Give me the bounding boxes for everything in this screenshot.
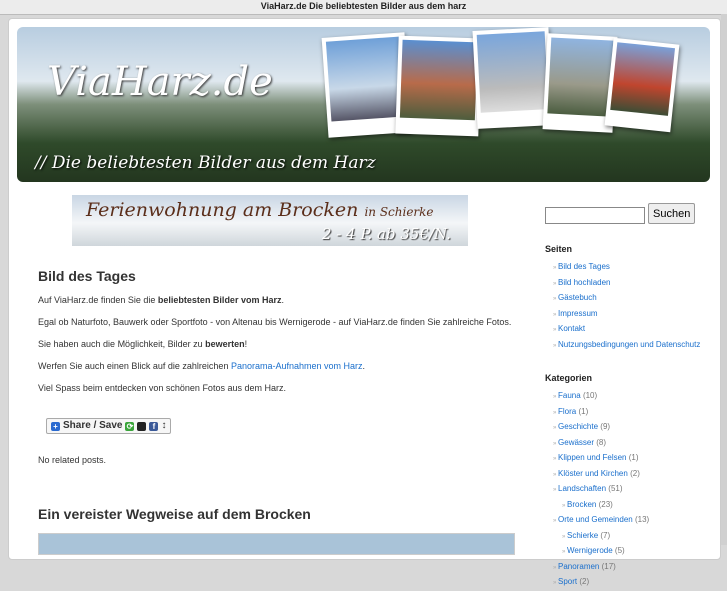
text: . [362,361,366,371]
panorama-link[interactable]: Panorama-Aufnahmen vom Harz [231,361,363,371]
sidebar-category-item: Landschaften (51) [553,482,715,498]
ad-line2: 2 - 4 P. ab 35€/N. [322,225,451,243]
related-posts: No related posts. [38,455,107,465]
sidebar-category-item: Klippen und Felsen (1) [553,451,715,467]
site-logo: ViaHarz.de [47,59,273,105]
sidebar-page-link[interactable]: Bild hochladen [558,278,610,287]
facebook-icon[interactable]: f [149,421,159,431]
post-paragraph-4: Werfen Sie auch einen Blick auf die zahl… [38,360,518,372]
sidebar-category-item: Brocken (23) [553,498,715,514]
category-link[interactable]: Flora [558,407,576,416]
expand-icon[interactable]: ↕ [161,420,166,432]
bold-text: beliebtesten Bilder vom Harz [157,295,282,305]
sidebar-category-item: Flora (1) [553,405,715,421]
category-count: (9) [600,422,611,431]
category-link[interactable]: Brocken [567,500,596,509]
category-link[interactable]: Orte und Gemeinden [558,515,633,524]
plus-icon: + [51,421,60,431]
sidebar-page-item: Gästebuch [553,291,715,307]
ad-line1: Ferienwohnung am Brocken [86,199,359,221]
category-count: (17) [601,561,616,571]
category-count: (23) [598,499,613,509]
sidebar-page-item: Kontakt [553,322,715,338]
category-link[interactable]: Klöster und Kirchen [558,469,628,478]
sidebar-category-item: Panoramen (17) [553,560,715,576]
sidebar: Suchen Seiten Bild des Tages Bild hochlad… [545,203,715,591]
photo-tower [472,27,554,129]
sidebar-category-item: Schierke (7) [553,529,715,545]
ad-line1b: in Schierke [364,205,434,219]
category-link[interactable]: Panoramen [558,562,599,571]
sidebar-category-item: Sport (2) [553,575,715,591]
category-link[interactable]: Schierke [567,531,598,540]
sidebar-category-item: Gewässer (8) [553,436,715,452]
pages-list: Bild des Tages Bild hochladen Gästebuch Imp… [545,260,715,353]
category-count: (10) [582,391,598,400]
share-save-button[interactable]: + Share / Save ⟳ f ↕ [46,418,172,434]
delicious-icon[interactable] [137,421,147,431]
categories-list: Fauna (10)Flora (1)Geschichte (9)Gewässe… [545,389,715,591]
sidebar-page-item: Bild hochladen [553,276,715,292]
sidebar-page-link[interactable]: Nutzungsbedingungen und Datenschutz [558,340,700,349]
search-button[interactable]: Suchen [648,203,696,224]
sidebar-page-link[interactable]: Kontakt [558,324,585,333]
category-count: (5) [614,546,625,555]
sidebar-page-link[interactable]: Bild des Tages [558,262,610,271]
ad-banner-ferienwohnung[interactable]: Ferienwohnung am Brocken in Schierke 2 -… [72,195,468,246]
post-title[interactable]: Bild des Tages [38,269,518,283]
pages-heading: Seiten [545,244,573,254]
window-title: ViaHarz.de Die beliebtesten Bilder aus d… [0,0,727,15]
sidebar-page-link[interactable]: Gästebuch [558,293,597,302]
text: . [281,295,284,305]
sidebar-page-item: Bild des Tages [553,260,715,276]
post-paragraph-5: Viel Spass beim entdecken von schönen Fo… [38,383,286,393]
share-label: Share / Save [63,420,123,431]
main-content: Bild des Tages Auf ViaHarz.de finden Sie… [38,269,518,476]
photo-cable-car [604,37,680,133]
categories-heading: Kategorien [545,373,593,383]
bold-text: bewerten [205,339,245,349]
category-link[interactable]: Gewässer [558,438,594,447]
text: ! [244,339,248,349]
text: Sie haben auch die Möglichkeit, Bilder z… [38,339,206,349]
sidebar-page-link[interactable]: Impressum [558,309,598,318]
sidebar-page-item: Impressum [553,307,715,323]
category-link[interactable]: Landschaften [558,484,606,493]
text: Werfen Sie auch einen Blick auf die zahl… [38,361,231,371]
post2-image[interactable] [38,533,515,555]
category-count: (1) [578,406,589,416]
site-tagline: // Die beliebtesten Bilder aus dem Harz [35,153,376,173]
scrollbar[interactable] [721,14,727,545]
sidebar-category-item: Fauna (10) [553,389,715,405]
category-link[interactable]: Fauna [558,391,581,400]
text: Auf ViaHarz.de finden Sie die [38,295,158,305]
post-paragraph-3: Sie haben auch die Möglichkeit, Bilder z… [38,338,518,350]
post2-title[interactable]: Ein vereister Wegweise auf dem Brocken [38,506,311,522]
search-form: Suchen [545,203,715,224]
site-header-banner[interactable]: ViaHarz.de // Die beliebtesten Bilder au… [17,27,710,182]
category-count: (2) [630,468,640,478]
category-count: (13) [634,515,650,524]
category-link[interactable]: Geschichte [558,422,598,431]
sidebar-category-item: Geschichte (9) [553,420,715,436]
category-count: (7) [600,530,611,540]
category-link[interactable]: Wernigerode [567,546,613,555]
sidebar-category-item: Wernigerode (5) [553,544,715,560]
category-count: (2) [579,577,590,586]
category-link[interactable]: Klippen und Felsen [558,453,627,462]
category-count: (1) [628,453,639,462]
post-paragraph-1: Auf ViaHarz.de finden Sie die beliebtest… [38,294,518,306]
category-count: (8) [596,437,607,447]
category-link[interactable]: Sport [558,577,577,586]
sidebar-page-item: Nutzungsbedingungen und Datenschutz [553,338,715,354]
share-green-icon[interactable]: ⟳ [125,421,135,431]
sidebar-category-item: Klöster und Kirchen (2) [553,467,715,483]
post-paragraph-2: Egal ob Naturfoto, Bauwerk oder Sportfot… [38,317,512,327]
photo-house [395,35,482,137]
category-count: (51) [608,484,623,493]
sidebar-category-item: Orte und Gemeinden (13) [553,513,715,529]
search-input[interactable] [545,207,645,224]
